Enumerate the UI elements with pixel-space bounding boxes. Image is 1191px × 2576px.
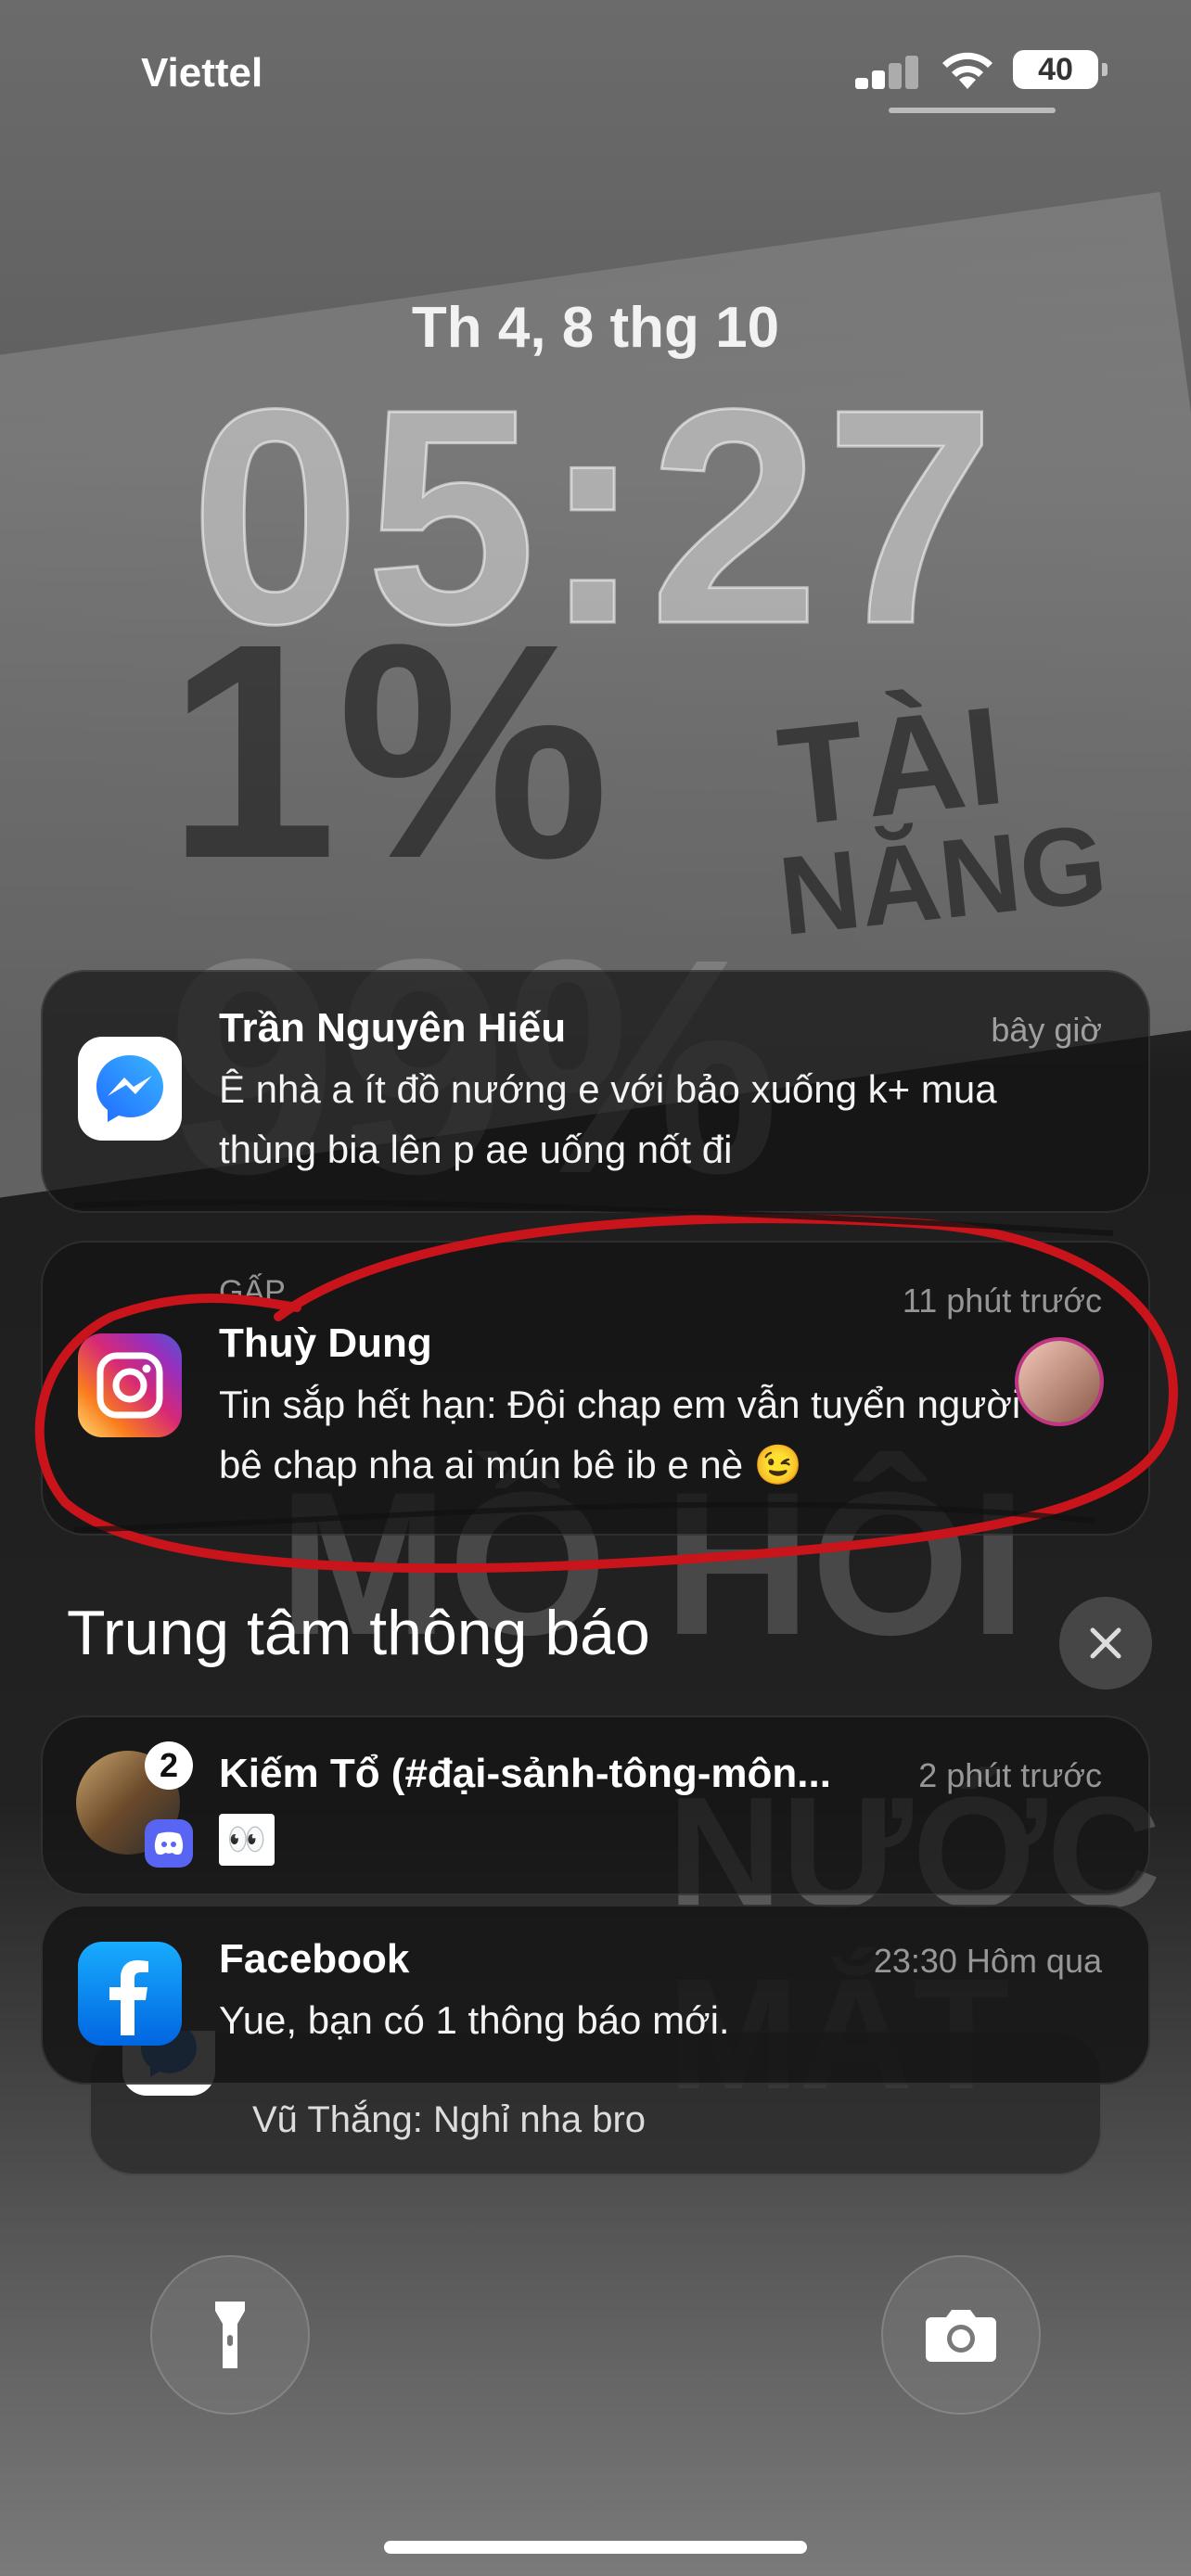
clear-notifications-button[interactable] [1059,1597,1152,1690]
discord-icon [154,1831,184,1855]
notification-sender: Kiếm Tổ (#đại-sảnh-tông-môn... [219,1751,831,1796]
close-icon [1090,1627,1121,1659]
notification-facebook[interactable]: Facebook 23:30 Hôm qua Yue, bạn có 1 thô… [41,1905,1150,2085]
notification-time: 23:30 Hôm qua [873,1942,1102,1980]
notification-time: 2 phút trước [918,1756,1102,1794]
notification-message: Vũ Thắng: Nghỉ nha bro [252,2099,647,2140]
home-indicator[interactable] [384,2541,807,2554]
facebook-icon [109,1960,148,2035]
notification-center-title: Trung tâm thông báo [67,1598,650,1668]
notification-message: Yue, bạn có 1 thông báo mới. [219,1998,730,2042]
camera-button[interactable] [881,2255,1041,2415]
unread-badge: 2 [145,1741,193,1790]
discord-app-icon [145,1819,193,1868]
facebook-app-icon [78,1942,182,2046]
notification-sender: Facebook [219,1936,410,1982]
emoji-eyes-icon: 👀 [226,1822,267,1857]
camera-icon [926,2310,996,2362]
red-scribble-annotation [34,1199,1178,1574]
notification-discord[interactable]: 2 Kiếm Tổ (#đại-sảnh-tông-môn... 2 phút … [41,1715,1150,1895]
flashlight-icon [215,2302,245,2368]
sticker-eyes: 👀 [219,1814,275,1866]
flashlight-button[interactable] [150,2255,310,2415]
